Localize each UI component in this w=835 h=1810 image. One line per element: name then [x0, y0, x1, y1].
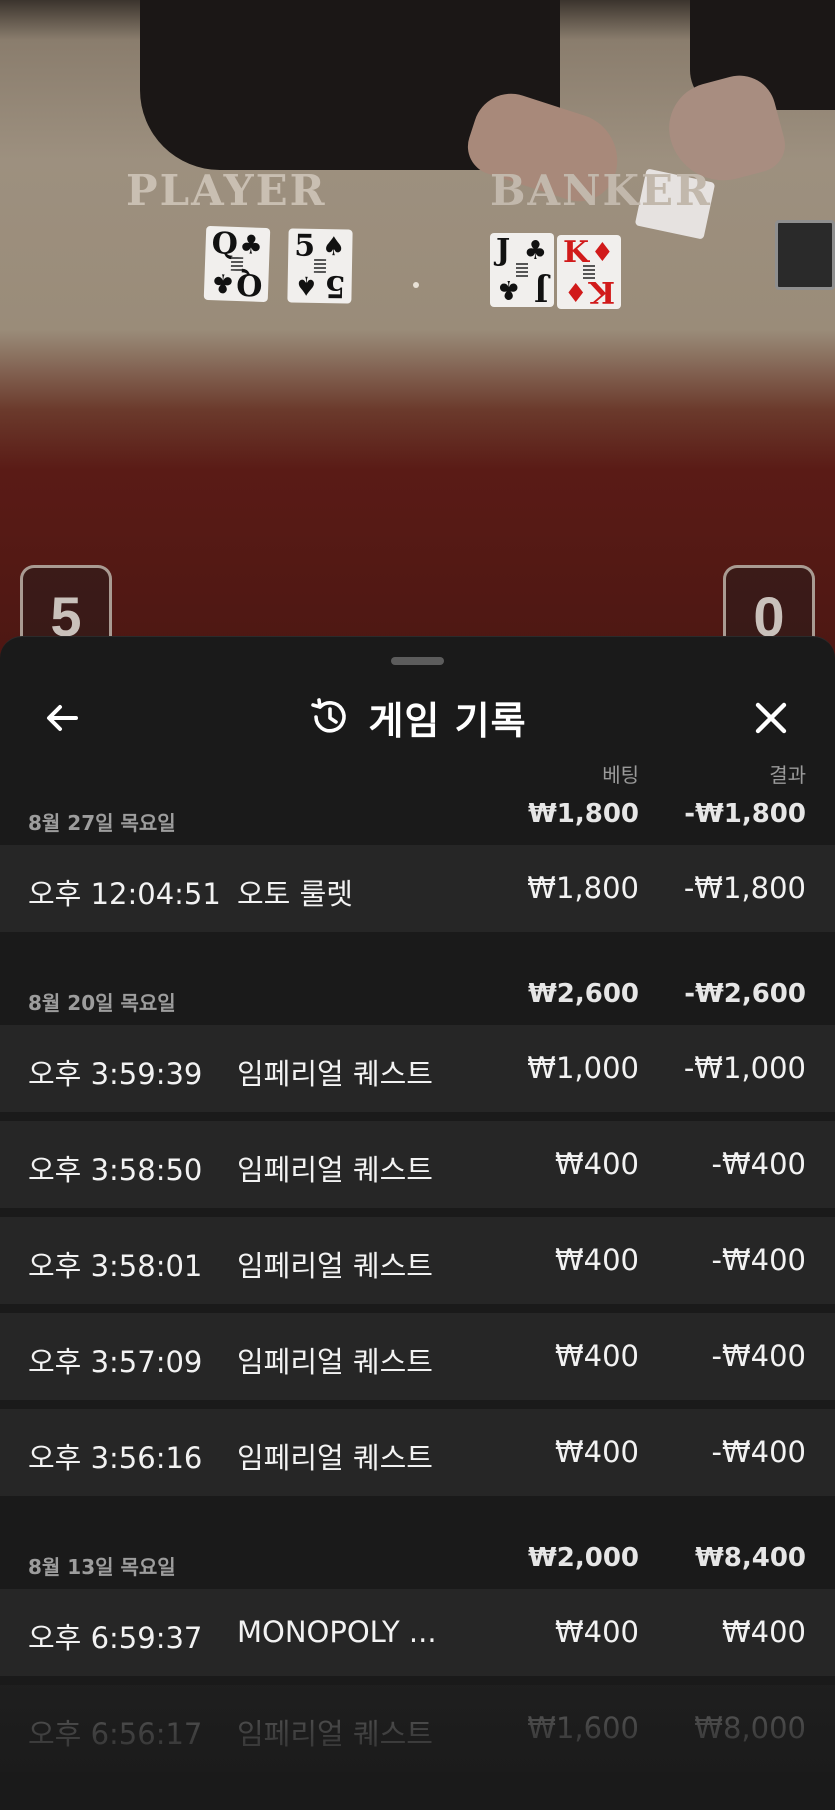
- player-card-2: 5 ♠ ♠ 5: [287, 228, 353, 304]
- sheet-drag-handle[interactable]: [391, 657, 444, 665]
- banker-card-2: K ♦ ♦ K: [557, 235, 621, 309]
- history-row[interactable]: 오후 12:04:51 오토 룰렛 ₩1,800 -₩1,800: [0, 845, 835, 932]
- column-header-bet: 베팅: [602, 763, 639, 787]
- group-bet-total: ₩1,800: [528, 799, 639, 829]
- row-result: ₩400: [721, 1615, 806, 1649]
- row-bet: ₩400: [554, 1339, 639, 1373]
- history-icon: [311, 698, 347, 733]
- row-result: -₩400: [711, 1243, 807, 1277]
- row-bet: ₩400: [554, 1147, 639, 1181]
- card-rank: 5: [294, 228, 316, 264]
- row-game: 임페리얼 퀘스트: [237, 1153, 433, 1187]
- row-game: 임페리얼 퀘스트: [237, 1345, 433, 1379]
- row-bet: ₩400: [554, 1435, 639, 1469]
- sheet-title-wrap: 게임 기록: [0, 677, 835, 757]
- row-result: -₩1,800: [683, 871, 806, 905]
- group-result-total: ₩8,400: [695, 1543, 806, 1573]
- group-date: 8월 20일 목요일: [28, 991, 176, 1015]
- card-suit-bottom: ♣: [210, 267, 236, 298]
- group-date: 8월 13일 목요일: [28, 1555, 176, 1579]
- history-row[interactable]: 오후 3:57:09 임페리얼 퀘스트 ₩400 -₩400: [0, 1313, 835, 1400]
- close-icon: [755, 702, 787, 734]
- date-group-header: 8월 27일 목요일 ₩1,800 -₩1,800: [0, 787, 835, 845]
- card-suit-bottom: ♠: [294, 269, 319, 300]
- card-suit: ♣: [523, 236, 547, 266]
- live-table-video: PLAYER BANKER Q ♣ ♣ Q 5 ♠ ♠ 5 J ♣ ♣ J K …: [0, 0, 835, 700]
- game-history-sheet: 게임 기록 베팅 결과 8월 27일 목요일 ₩1,800 -₩1,800 오후…: [0, 636, 835, 1810]
- card-suit: ♦: [590, 238, 614, 268]
- sheet-title: 게임 기록: [368, 698, 527, 743]
- player-label: PLAYER: [126, 166, 327, 215]
- card-shoe: [775, 220, 835, 290]
- row-time: 오후 3:57:09: [28, 1345, 203, 1379]
- row-result: -₩400: [711, 1435, 807, 1469]
- row-bet: ₩1,600: [527, 1711, 639, 1745]
- row-time: 오후 3:59:39: [28, 1057, 203, 1091]
- player-card-1: Q ♣ ♣ Q: [203, 225, 271, 303]
- row-time: 오후 3:58:01: [28, 1249, 203, 1283]
- card-rank-bottom: 5: [324, 268, 346, 304]
- history-row[interactable]: 오후 3:56:16 임페리얼 퀘스트 ₩400 -₩400: [0, 1409, 835, 1496]
- card-suit: ♣: [238, 230, 264, 261]
- date-group-header: 8월 20일 목요일 ₩2,600 -₩2,600: [0, 967, 835, 1025]
- history-row[interactable]: 오후 6:59:37 MONOPOLY ... ₩400 ₩400: [0, 1589, 835, 1676]
- row-bet: ₩400: [554, 1243, 639, 1277]
- row-game: MONOPOLY ...: [237, 1615, 437, 1649]
- card-rank-bottom: J: [533, 272, 548, 307]
- column-header-result: 결과: [769, 763, 806, 787]
- row-result: -₩1,000: [683, 1051, 806, 1085]
- history-row[interactable]: 오후 6:56:17 임페리얼 퀘스트 ₩1,600 ₩8,000: [0, 1685, 835, 1772]
- group-spacer: [0, 941, 835, 967]
- banker-card-1: J ♣ ♣ J: [490, 233, 554, 307]
- row-bet: ₩1,000: [527, 1051, 639, 1085]
- history-row[interactable]: 오후 3:58:50 임페리얼 퀘스트 ₩400 -₩400: [0, 1121, 835, 1208]
- row-bet: ₩1,800: [527, 871, 639, 905]
- card-suit-bottom: ♣: [497, 274, 521, 304]
- close-button[interactable]: [748, 695, 794, 741]
- card-suit: ♠: [321, 232, 346, 263]
- card-rank-bottom: K: [588, 274, 615, 309]
- row-game: 오토 룰렛: [237, 877, 353, 911]
- history-row[interactable]: 오후 3:59:39 임페리얼 퀘스트 ₩1,000 -₩1,000: [0, 1025, 835, 1112]
- group-spacer: [0, 1505, 835, 1531]
- group-result-total: -₩2,600: [684, 979, 806, 1009]
- group-result-total: -₩1,800: [684, 799, 806, 829]
- card-rank-bottom: Q: [235, 265, 263, 302]
- history-row[interactable]: 오후 3:58:01 임페리얼 퀘스트 ₩400 -₩400: [0, 1217, 835, 1304]
- row-time: 오후 12:04:51: [28, 877, 221, 911]
- banker-label: BANKER: [490, 166, 712, 215]
- row-time: 오후 6:59:37: [28, 1621, 203, 1655]
- row-game: 임페리얼 퀘스트: [237, 1717, 433, 1751]
- row-game: 임페리얼 퀘스트: [237, 1057, 433, 1091]
- row-result: -₩400: [711, 1147, 807, 1181]
- row-game: 임페리얼 퀘스트: [237, 1441, 433, 1475]
- row-result: ₩8,000: [694, 1711, 806, 1745]
- row-time: 오후 3:58:50: [28, 1153, 203, 1187]
- group-bet-total: ₩2,000: [528, 1543, 639, 1573]
- sheet-header: 게임 기록: [0, 677, 835, 757]
- group-date: 8월 27일 목요일: [28, 811, 176, 835]
- date-group-header: 8월 13일 목요일 ₩2,000 ₩8,400: [0, 1531, 835, 1589]
- group-bet-total: ₩2,600: [528, 979, 639, 1009]
- table-center-dot: [413, 282, 419, 288]
- row-result: -₩400: [711, 1339, 807, 1373]
- row-bet: ₩400: [554, 1615, 639, 1649]
- row-game: 임페리얼 퀘스트: [237, 1249, 433, 1283]
- row-time: 오후 6:56:17: [28, 1717, 203, 1751]
- card-rank: J: [496, 233, 511, 268]
- card-suit-bottom: ♦: [564, 276, 588, 306]
- row-time: 오후 3:56:16: [28, 1441, 203, 1475]
- history-list: 8월 27일 목요일 ₩1,800 -₩1,800 오후 12:04:51 오토…: [0, 787, 835, 1781]
